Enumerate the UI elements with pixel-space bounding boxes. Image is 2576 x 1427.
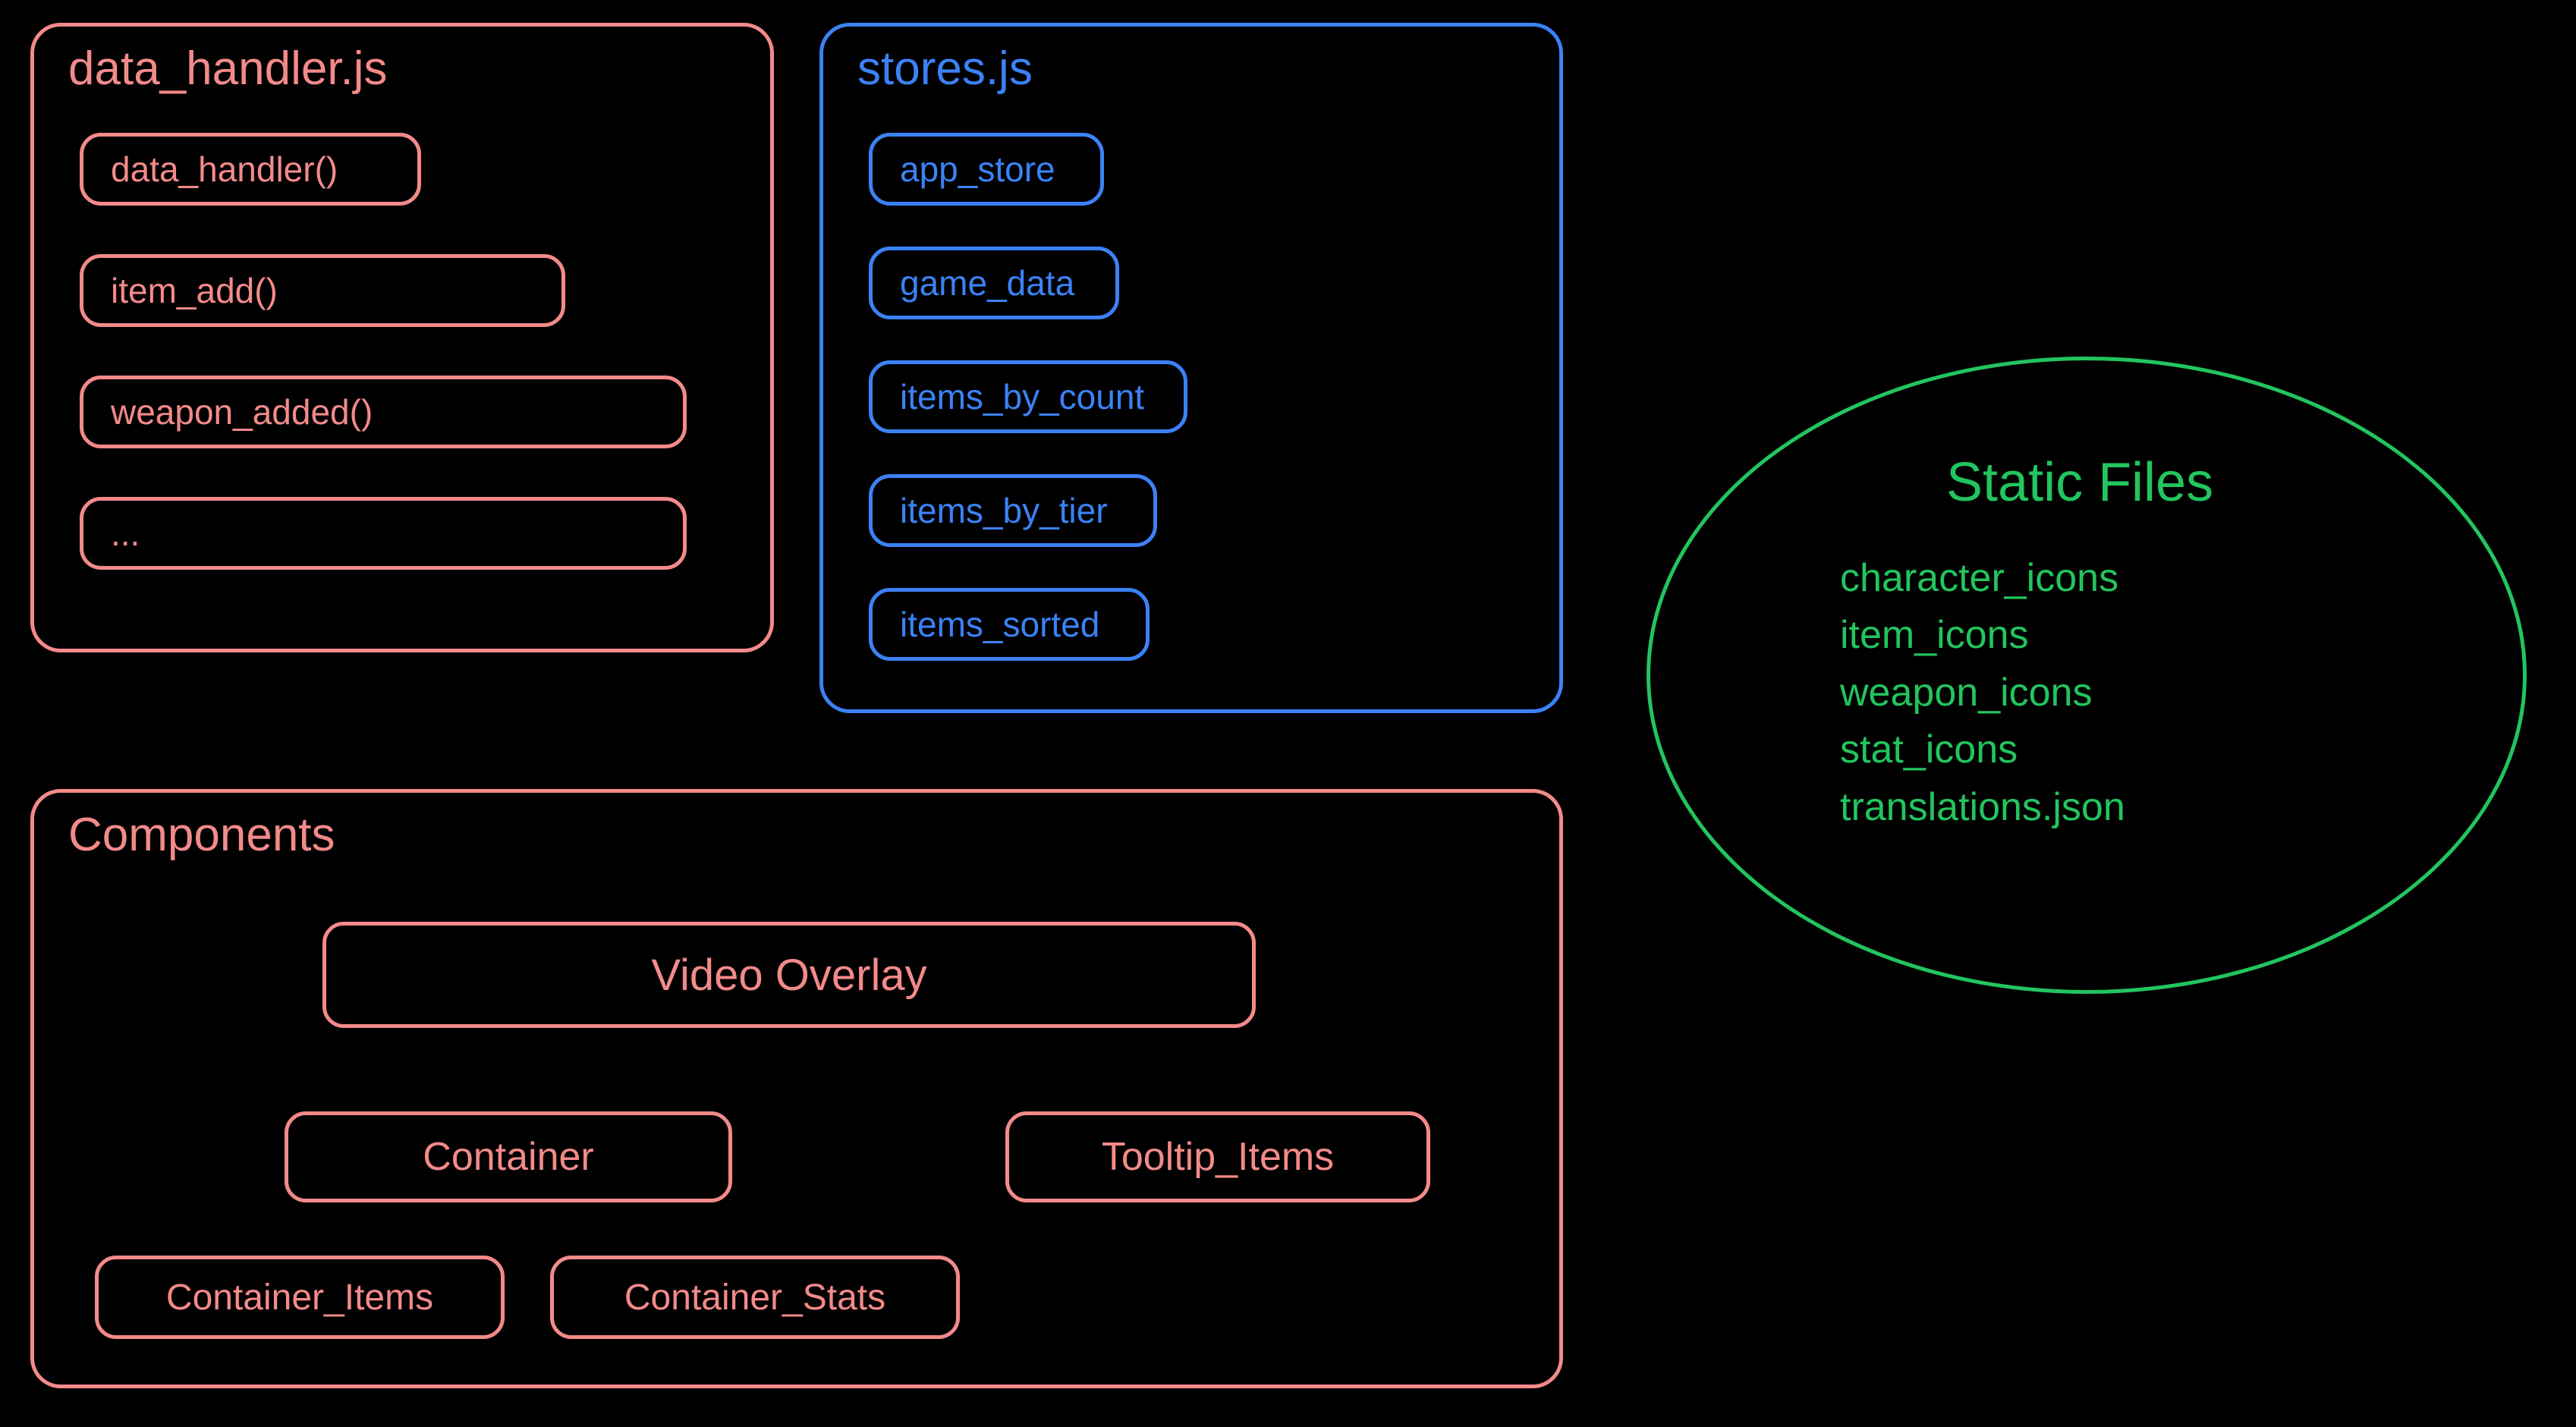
static-file-item: translations.json: [1840, 779, 2125, 836]
fn-ellipsis: ...: [80, 497, 687, 570]
static-file-item: item_icons: [1840, 607, 2125, 664]
fn-label: item_add(): [111, 270, 278, 311]
comp-tooltip-items: Tooltip_Items: [1005, 1111, 1430, 1202]
comp-label: Container_Items: [166, 1277, 433, 1319]
store-app-store: app_store: [869, 133, 1104, 206]
fn-label: data_handler(): [111, 149, 338, 190]
stores-box: stores.js app_store game_data items_by_c…: [819, 23, 1563, 713]
components-title: Components: [68, 808, 335, 862]
comp-label: Tooltip_Items: [1102, 1134, 1334, 1180]
store-game-data: game_data: [869, 247, 1119, 319]
data-handler-box: data_handler.js data_handler() item_add(…: [30, 23, 774, 652]
stores-title: stores.js: [857, 42, 1033, 96]
fn-weapon-added: weapon_added(): [80, 376, 687, 448]
store-label: items_sorted: [900, 604, 1099, 645]
static-file-item: weapon_icons: [1840, 665, 2125, 721]
fn-label: weapon_added(): [111, 391, 373, 432]
fn-label: ...: [111, 513, 140, 554]
fn-item-add: item_add(): [80, 254, 565, 327]
data-handler-title: data_handler.js: [68, 42, 388, 96]
store-label: items_by_tier: [900, 490, 1108, 531]
store-items-sorted: items_sorted: [869, 588, 1150, 661]
comp-container-items: Container_Items: [95, 1256, 505, 1339]
static-file-item: character_icons: [1840, 550, 2125, 607]
store-items-by-count: items_by_count: [869, 360, 1187, 433]
store-label: app_store: [900, 149, 1055, 190]
comp-label: Container_Stats: [624, 1277, 885, 1319]
comp-label: Video Overlay: [651, 950, 926, 1001]
store-label: game_data: [900, 262, 1074, 303]
comp-container-stats: Container_Stats: [550, 1256, 960, 1339]
static-files-ellipse: Static Files character_icons item_icons …: [1647, 357, 2527, 994]
comp-label: Container: [423, 1134, 593, 1180]
comp-video-overlay: Video Overlay: [322, 922, 1256, 1028]
fn-data-handler: data_handler(): [80, 133, 421, 206]
components-box: Components Video Overlay Container Toolt…: [30, 789, 1563, 1388]
static-files-list: character_icons item_icons weapon_icons …: [1840, 550, 2125, 836]
store-items-by-tier: items_by_tier: [869, 474, 1157, 547]
static-files-title: Static Files: [1946, 451, 2213, 514]
comp-container: Container: [285, 1111, 732, 1202]
static-file-item: stat_icons: [1840, 721, 2125, 778]
store-label: items_by_count: [900, 376, 1144, 417]
